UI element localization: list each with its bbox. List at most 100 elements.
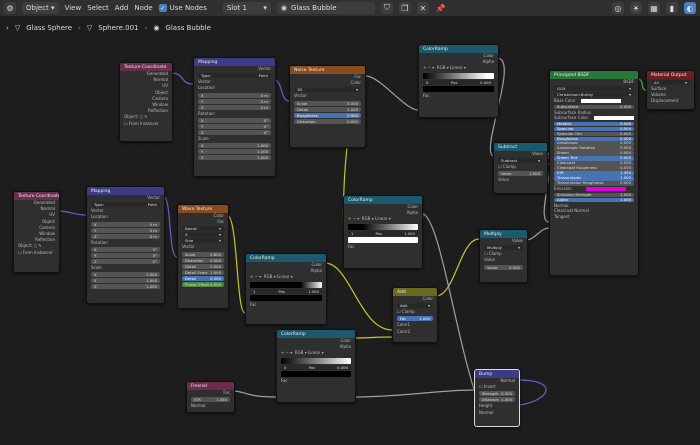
bsdf-input-specular[interactable]: Specular 0.500	[554, 126, 634, 131]
shading-icon[interactable]: ▮	[666, 2, 678, 14]
multiply-node[interactable]: Multiply Value Multiply ▾ ☐ Clamp Value V…	[479, 229, 528, 283]
menu-view[interactable]: View	[65, 4, 82, 12]
stop-color-swatch[interactable]	[250, 294, 322, 301]
scale-z[interactable]: Z 1.000	[91, 283, 160, 289]
material-selector[interactable]: ◉ Glass Bubble	[276, 2, 375, 14]
eyedropper-icon[interactable]: ✎	[144, 114, 147, 119]
wave-detail-scale-field[interactable]: Detail Scale 1.000	[182, 269, 224, 275]
noise-detail-field[interactable]: Detail 2.000	[294, 106, 361, 112]
wave-phase-offset-field[interactable]: Phase Offset 0.000	[182, 281, 224, 287]
color-ramp-gradient[interactable]	[348, 223, 418, 230]
stop-color-swatch[interactable]	[348, 236, 418, 243]
scale-z[interactable]: Z 1.000	[198, 154, 271, 160]
value-field[interactable]: Value 0.000	[484, 264, 523, 270]
colorramp-node-low[interactable]: ColorRamp Color Alpha + − ▾ RGB ▾ Linear…	[343, 195, 423, 269]
slot-dropdown[interactable]: Slot 1 ▾	[222, 2, 271, 14]
sun-icon[interactable]: ☀	[630, 2, 642, 14]
rotation-z[interactable]: Z 0°	[91, 258, 160, 264]
node-header[interactable]: Principled BSDF	[550, 71, 638, 79]
mapping-node-1[interactable]: Mapping Vector Type: Point Vector Locatio…	[193, 57, 276, 177]
stop-color-swatch[interactable]	[281, 370, 351, 377]
ramp-stop-fields[interactable]: 1 Pos 1.000	[348, 230, 418, 236]
distribution-dropdown[interactable]: GGX ▾	[554, 86, 634, 92]
bsdf-input-anisotropic-rotation[interactable]: Anisotropic Rotation 0.000	[554, 146, 634, 151]
emission-color-swatch[interactable]	[585, 187, 626, 192]
wave-type-dropdown[interactable]: Bands ▾	[182, 226, 224, 232]
bsdf-input-sheen[interactable]: Sheen 0.000	[554, 151, 634, 156]
color-ramp-gradient[interactable]	[281, 357, 351, 364]
wave-detail-roughness-field[interactable]: Detail Roughness0.500	[182, 275, 224, 281]
duplicate-icon[interactable]: ❐	[398, 2, 411, 14]
wave-profile-dropdown[interactable]: Sine ▾	[182, 238, 224, 244]
object-mode-dropdown[interactable]: Object ▾	[22, 2, 59, 14]
color-swatch[interactable]	[581, 99, 622, 104]
location-z[interactable]: Z0 m	[198, 104, 271, 110]
breadcrumb-object[interactable]: Glass Sphere	[26, 24, 72, 32]
bsdf-input-subsurface[interactable]: Subsurface 0.000	[554, 104, 634, 109]
bsdf-input-clearcoat-roughness[interactable]: Clearcoat Roughness 0.030	[554, 166, 634, 171]
type-dropdown[interactable]: Type: Point	[91, 202, 160, 208]
bsdf-input-roughness[interactable]: Roughness 0.000	[554, 136, 634, 141]
bsdf-input-transmission[interactable]: Transmission 1.000	[554, 176, 634, 181]
editor-type-icon[interactable]: ⚙	[4, 2, 16, 14]
rotation-y[interactable]: Y 0°	[91, 252, 160, 258]
ramp-controls[interactable]: + − ▾ RGB ▾ Linear ▾	[277, 350, 355, 356]
fac-field[interactable]: Fac 1.000	[397, 316, 433, 322]
menu-add[interactable]: Add	[115, 4, 129, 12]
material-output-node[interactable]: Material Output All ▾ Surface Volume Disp…	[646, 70, 695, 110]
rotation-z[interactable]: Z 0°	[198, 129, 271, 135]
stop-color-swatch[interactable]	[423, 85, 494, 92]
menu-node[interactable]: Node	[134, 4, 152, 12]
node-header[interactable]: ColorRamp	[344, 196, 422, 204]
snap-icon[interactable]: ◎	[612, 2, 624, 14]
node-header[interactable]: Add	[393, 288, 437, 296]
bsdf-input-alpha[interactable]: Alpha 1.000	[554, 197, 634, 202]
ramp-stop-fields[interactable]: 1 Pos 1.000	[250, 288, 322, 294]
ramp-stop-fields[interactable]: 0 Pos 0.000	[281, 364, 351, 370]
wave-detail-field[interactable]: Detail 2.000	[182, 263, 224, 269]
render-icon[interactable]: ◐	[684, 2, 696, 14]
material-name-field[interactable]: Glass Bubble	[291, 4, 337, 12]
node-header[interactable]: Mapping	[194, 58, 275, 66]
subsurface-method-dropdown[interactable]: Christensen-Burley ▾	[554, 92, 634, 98]
noise-roughness-field[interactable]: Roughness 0.500	[294, 112, 361, 118]
rotation-y[interactable]: Y 0°	[198, 123, 271, 129]
colorramp-node-top[interactable]: ColorRamp Color Alpha + − ▾ RGB ▾ Linear…	[418, 44, 499, 118]
eyedropper-icon[interactable]: ✎	[38, 243, 41, 248]
texcoord-node-1[interactable]: Texture Coordinate Generated Normal UV O…	[119, 62, 173, 142]
bands-direction-dropdown[interactable]: X ▾	[182, 232, 224, 238]
noise-texture-node[interactable]: Noise Texture Fac Color 3D ▾ Vector Scale…	[289, 65, 366, 148]
texcoord-node-2[interactable]: Texture Coordinate Generated Normal UV O…	[13, 191, 60, 273]
bsdf-input-sheen-tint[interactable]: Sheen Tint 0.500	[554, 156, 634, 161]
mapping-node-2[interactable]: Mapping Vector Type: Point Vector Locatio…	[86, 186, 165, 304]
add-mix-node[interactable]: Add Color Add ▾ ☐ Clamp Fac 1.000 Color1 C…	[392, 287, 438, 343]
operation-dropdown[interactable]: Subtract ▾	[498, 158, 543, 164]
bump-distance-field[interactable]: Distance 1.000	[479, 397, 515, 403]
ramp-stop-fields[interactable]: 0 Pos 0.000	[423, 79, 494, 85]
breadcrumb-mesh[interactable]: Sphere.001	[98, 24, 138, 32]
ramp-controls[interactable]: + − ▾ RGB ▾ Linear ▾	[344, 216, 422, 222]
scale-y[interactable]: Y 1.000	[198, 148, 271, 154]
bsdf-input-specular-tint[interactable]: Specular Tint 0.000	[554, 131, 634, 136]
node-header[interactable]: ColorRamp	[419, 45, 498, 53]
invert-checkbox[interactable]: ☐ Invert	[475, 384, 519, 390]
colorramp-node-mid[interactable]: ColorRamp Color Alpha + − ▾ RGB ▾ Linear…	[245, 253, 327, 325]
bsdf-input-clearcoat[interactable]: Clearcoat 0.000	[554, 161, 634, 166]
scale-x[interactable]: X 1.000	[198, 142, 271, 148]
node-header[interactable]: Texture Coordinate	[14, 192, 59, 200]
wave-texture-node[interactable]: Wave Texture Color Fac Bands ▾ X ▾ Sine ▾ V…	[177, 204, 229, 309]
color-ramp-gradient[interactable]	[423, 72, 494, 79]
subtract-node[interactable]: Subtract Value Subtract ▾ ☐ Clamp Value 1.…	[493, 142, 548, 194]
from-instancer-checkbox[interactable]: ☐ From Instancer	[120, 121, 172, 127]
clamp-checkbox[interactable]: ☐ Clamp	[393, 309, 437, 315]
node-header[interactable]: ColorRamp	[277, 330, 355, 338]
value-field[interactable]: Value 1.000	[498, 171, 543, 177]
node-header[interactable]: Fresnel	[187, 382, 234, 390]
fake-user-icon[interactable]: ⛉	[380, 2, 393, 14]
bump-strength-field[interactable]: Strength 0.300	[479, 391, 515, 397]
bsdf-input-metallic[interactable]: Metallic 0.000	[554, 121, 634, 126]
bsdf-input-ior[interactable]: IOR 1.450	[554, 171, 634, 176]
location-z[interactable]: Z0 m	[91, 233, 160, 239]
target-dropdown[interactable]: All ▾	[651, 80, 690, 85]
colorramp-node-bottom[interactable]: ColorRamp Color Alpha + − ▾ RGB ▾ Linear…	[276, 329, 356, 403]
